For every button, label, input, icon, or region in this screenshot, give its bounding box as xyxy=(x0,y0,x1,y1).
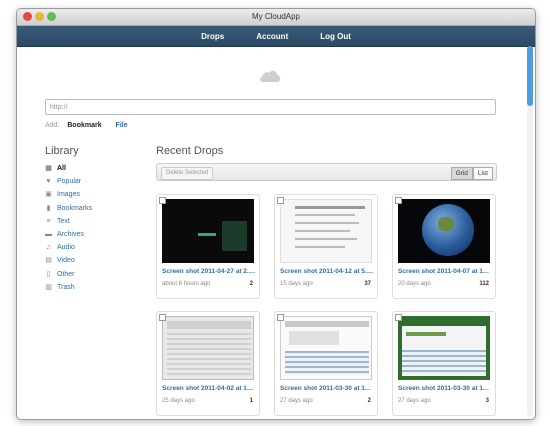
drop-card[interactable]: Screen shot 2011-04-07 at 11.1... 20 day… xyxy=(392,194,496,299)
minimize-window-button[interactable] xyxy=(35,12,44,21)
drop-name[interactable]: Screen shot 2011-03-30 at 11.2... xyxy=(280,385,374,392)
delete-selected-button[interactable]: Delete Selected xyxy=(161,167,214,180)
drop-age: 27 days ago xyxy=(398,398,431,404)
drop-card[interactable]: Screen shot 2011-03-30 at 11.2... 27 day… xyxy=(392,311,496,416)
window-title: My CloudApp xyxy=(251,12,301,21)
library-item-video[interactable]: ▤ Video xyxy=(45,254,92,267)
nav-drops[interactable]: Drops xyxy=(201,32,224,41)
library-item-trash[interactable]: ▥ Trash xyxy=(45,281,92,294)
trash-icon: ▥ xyxy=(45,283,52,291)
drop-view-count: 112 xyxy=(479,281,489,287)
drop-view-count: 2 xyxy=(367,398,371,404)
add-options: Add: Bookmark File xyxy=(45,122,128,129)
library-item-text[interactable]: ≡ Text xyxy=(45,215,92,228)
drop-name[interactable]: Screen shot 2011-04-02 at 10.1... xyxy=(162,385,256,392)
library-list: ▦ All ♥ Popular ▣ Images ▮ Bookmarks ≡ Text ▬… xyxy=(45,162,92,294)
drop-age: 20 days ago xyxy=(398,281,431,287)
text-icon: ≡ xyxy=(46,217,51,225)
film-icon: ▤ xyxy=(45,257,52,265)
grid-icon: ▦ xyxy=(45,165,52,173)
drop-age: about 6 hours ago xyxy=(162,281,211,287)
add-file-link[interactable]: File xyxy=(116,122,128,129)
drop-age: 25 days ago xyxy=(162,398,195,404)
list-view-button[interactable]: List xyxy=(472,167,493,180)
library-item-images[interactable]: ▣ Images xyxy=(45,188,92,201)
grid-view-button[interactable]: Grid xyxy=(450,167,473,180)
drop-thumbnail[interactable] xyxy=(280,199,372,263)
drop-thumbnail[interactable] xyxy=(162,199,254,263)
library-title: Library xyxy=(45,145,79,157)
document-icon: ▯ xyxy=(46,270,51,278)
bookmark-icon: ▮ xyxy=(46,204,51,212)
library-item-all[interactable]: ▦ All xyxy=(45,162,92,175)
drop-view-count: 1 xyxy=(249,398,253,404)
top-nav: Drops Account Log Out xyxy=(17,26,535,47)
drop-card[interactable]: Screen shot 2011-04-27 at 2.33... about … xyxy=(156,194,260,299)
select-checkbox[interactable] xyxy=(277,314,284,321)
select-checkbox[interactable] xyxy=(277,197,284,204)
image-icon: ▣ xyxy=(45,191,52,199)
library-item-bookmarks[interactable]: ▮ Bookmarks xyxy=(45,202,92,215)
drops-toolbar: Delete Selected Grid List xyxy=(156,163,497,181)
drop-thumbnail[interactable] xyxy=(280,316,372,380)
close-window-button[interactable] xyxy=(23,12,32,21)
drop-view-count: 2 xyxy=(249,281,253,287)
view-toggle: Grid List xyxy=(450,167,493,180)
drop-card[interactable]: Screen shot 2011-03-30 at 11.2... 27 day… xyxy=(274,311,378,416)
drop-thumbnail[interactable] xyxy=(162,316,254,380)
music-icon: ♫ xyxy=(45,244,52,252)
drop-name[interactable]: Screen shot 2011-04-07 at 11.1... xyxy=(398,268,492,275)
zoom-window-button[interactable] xyxy=(47,12,56,21)
drop-age: 15 days ago xyxy=(280,281,313,287)
drop-view-count: 37 xyxy=(364,281,371,287)
nav-log-out[interactable]: Log Out xyxy=(320,32,351,41)
library-item-other[interactable]: ▯ Other xyxy=(45,268,92,281)
heart-icon: ♥ xyxy=(46,178,51,186)
select-checkbox[interactable] xyxy=(395,197,402,204)
drop-view-count: 3 xyxy=(485,398,489,404)
add-bookmark-link[interactable]: Bookmark xyxy=(67,122,101,129)
select-checkbox[interactable] xyxy=(159,314,166,321)
drop-name[interactable]: Screen shot 2011-04-12 at 5.06... xyxy=(280,268,374,275)
drop-thumbnail[interactable] xyxy=(398,316,490,380)
add-label: Add: xyxy=(45,122,60,129)
recent-drops-title: Recent Drops xyxy=(156,145,224,157)
app-window: My CloudApp Drops Account Log Out http:/… xyxy=(16,8,536,420)
library-item-audio[interactable]: ♫ Audio xyxy=(45,241,92,254)
drop-name[interactable]: Screen shot 2011-03-30 at 11.2... xyxy=(398,385,492,392)
drop-card[interactable]: Screen shot 2011-04-02 at 10.1... 25 day… xyxy=(156,311,260,416)
drop-thumbnail[interactable] xyxy=(398,199,490,263)
scrollbar[interactable] xyxy=(527,46,533,416)
drop-card[interactable]: Screen shot 2011-04-12 at 5.06... 15 day… xyxy=(274,194,378,299)
titlebar: My CloudApp xyxy=(17,9,535,26)
library-item-archives[interactable]: ▬ Archives xyxy=(45,228,92,241)
select-checkbox[interactable] xyxy=(159,197,166,204)
url-input[interactable]: http:// xyxy=(45,99,496,115)
select-checkbox[interactable] xyxy=(395,314,402,321)
scrollbar-thumb[interactable] xyxy=(527,46,533,106)
drop-name[interactable]: Screen shot 2011-04-27 at 2.33... xyxy=(162,268,256,275)
drop-age: 27 days ago xyxy=(280,398,313,404)
cloud-logo-icon xyxy=(259,70,281,82)
folder-icon: ▬ xyxy=(45,231,52,239)
nav-account[interactable]: Account xyxy=(256,32,288,41)
library-item-popular[interactable]: ♥ Popular xyxy=(45,175,92,188)
